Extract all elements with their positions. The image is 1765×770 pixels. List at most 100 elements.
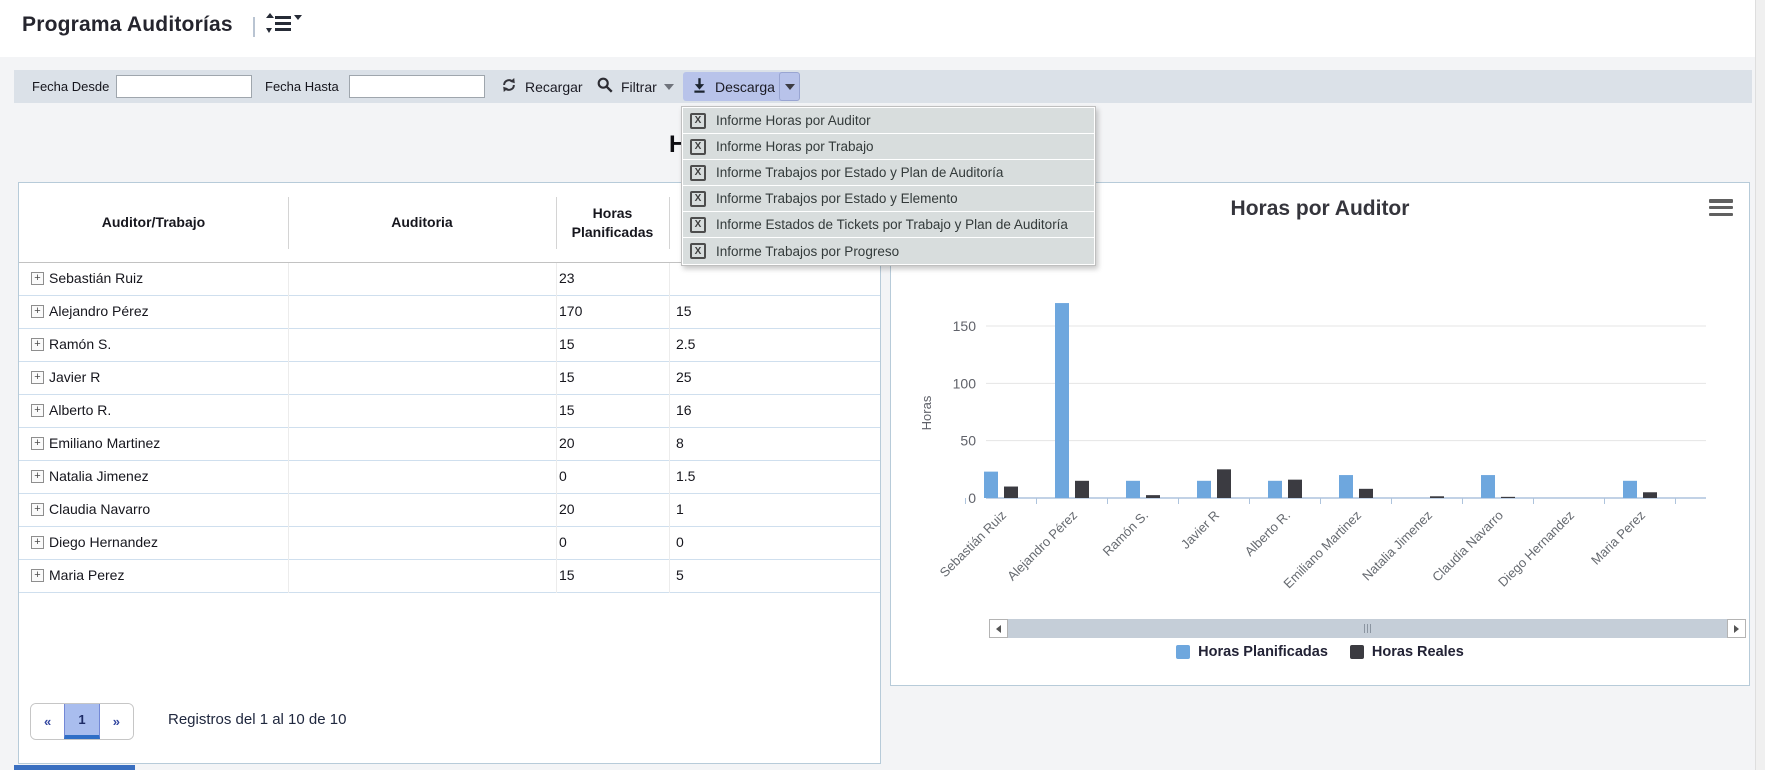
download-menu-item[interactable]: X Informe Horas por Trabajo — [683, 134, 1094, 160]
legend-item[interactable]: Horas Reales — [1350, 644, 1464, 660]
scrollbar-left-button[interactable] — [989, 619, 1008, 638]
svg-text:Horas: Horas — [919, 395, 934, 430]
download-menu-item-label: Informe Trabajos por Estado y Plan de Au… — [716, 165, 1003, 180]
descarga-button[interactable]: Descarga — [683, 72, 787, 101]
svg-text:Alejandro Pérez: Alejandro Pérez — [1004, 508, 1080, 584]
arrow-left-icon — [996, 625, 1001, 633]
legend-item[interactable]: Horas Planificadas — [1176, 644, 1328, 660]
download-menu-item[interactable]: X Informe Trabajos por Estado y Plan de A… — [683, 160, 1094, 186]
download-menu-item[interactable]: XInforme Horas por Auditor — [683, 108, 1094, 134]
refresh-icon — [500, 76, 518, 97]
fecha-desde-input[interactable] — [116, 75, 252, 98]
bar-0-5 — [1339, 475, 1353, 498]
bar-1-9 — [1643, 492, 1657, 498]
svg-text:Emiliano Martinez: Emiliano Martinez — [1280, 508, 1364, 592]
arrow-right-icon — [1734, 625, 1739, 633]
table-row: + Emiliano Martinez 20 8 — [19, 428, 880, 461]
horas-planificadas-value: 15 — [559, 402, 575, 418]
download-icon — [691, 76, 708, 97]
list-menu-icon[interactable] — [266, 12, 304, 38]
page-vertical-scrollbar[interactable] — [1755, 0, 1765, 770]
table-row: + Claudia Navarro 20 1 — [19, 494, 880, 527]
horas-reales-value: 5 — [676, 567, 684, 583]
download-menu-item-label: Informe Trabajos por Estado y Elemento — [716, 191, 958, 206]
bar-1-2 — [1146, 495, 1160, 498]
bar-0-0 — [984, 472, 998, 498]
filtrar-caret-icon — [664, 84, 674, 90]
horas-reales-value: 8 — [676, 435, 684, 451]
col-horas-planificadas-header[interactable]: Horas Planificadas — [556, 183, 669, 262]
recargar-button[interactable]: Recargar — [494, 72, 589, 101]
svg-text:Claudia Navarro: Claudia Navarro — [1429, 508, 1506, 585]
download-menu-item[interactable]: XInforme Trabajos por Estado y Elemento — [683, 186, 1094, 212]
expand-row-button[interactable]: + — [31, 503, 44, 516]
bar-1-3 — [1217, 469, 1231, 498]
pagination-next-button[interactable]: » — [100, 704, 133, 739]
descarga-caret-button[interactable] — [779, 72, 800, 101]
auditor-name: Natalia Jimenez — [49, 468, 149, 484]
excel-file-icon: X — [690, 217, 706, 233]
horas-reales-value: 1.5 — [676, 468, 695, 484]
scrollbar-right-button[interactable] — [1727, 619, 1746, 638]
hamburger-menu-icon[interactable] — [1709, 199, 1733, 216]
chart-horizontal-scrollbar — [989, 619, 1746, 638]
expand-row-button[interactable]: + — [31, 569, 44, 582]
chart-legend: Horas Planificadas Horas Reales — [891, 644, 1749, 660]
col-auditoria-header[interactable]: Auditoria — [288, 183, 556, 262]
descarga-label: Descarga — [715, 79, 775, 95]
bar-0-7 — [1481, 475, 1495, 498]
scrollbar-track[interactable] — [1008, 619, 1727, 638]
recargar-label: Recargar — [525, 79, 583, 95]
excel-file-icon: X — [690, 139, 706, 155]
pagination-summary: Registros del 1 al 10 de 10 — [168, 711, 346, 728]
table-row: +Sebastián Ruiz23 — [19, 263, 880, 296]
expand-row-button[interactable]: + — [31, 536, 44, 549]
legend-label: Horas Reales — [1372, 644, 1464, 660]
horas-reales-value: 1 — [676, 501, 684, 517]
expand-row-button[interactable]: + — [31, 470, 44, 483]
svg-text:Ramón S.: Ramón S. — [1100, 508, 1151, 559]
download-menu-item[interactable]: XInforme Trabajos por Progreso — [683, 238, 1094, 264]
horas-reales-value: 15 — [676, 303, 692, 319]
col-auditor-trabajo-header[interactable]: Auditor/Trabajo — [19, 183, 288, 262]
download-menu-item-label: Informe Horas por Trabajo — [716, 139, 874, 154]
fecha-hasta-input[interactable] — [349, 75, 485, 98]
expand-row-button[interactable]: + — [31, 371, 44, 384]
excel-file-icon: X — [690, 165, 706, 181]
svg-text:Maria Perez: Maria Perez — [1588, 508, 1648, 568]
svg-text:Natalia Jimenez: Natalia Jimenez — [1359, 508, 1435, 584]
horas-planificadas-value: 0 — [559, 468, 567, 484]
filtrar-button[interactable]: Filtrar — [590, 72, 680, 101]
download-menu-item[interactable]: XInforme Estados de Tickets por Trabajo … — [683, 212, 1094, 238]
expand-row-button[interactable]: + — [31, 305, 44, 318]
bar-0-2 — [1126, 481, 1140, 498]
expand-row-button[interactable]: + — [31, 272, 44, 285]
table-row: + Natalia Jimenez 0 1.5 — [19, 461, 880, 494]
auditor-name: Alberto R. — [49, 402, 111, 418]
descarga-dropdown-menu: XInforme Horas por AuditorXInforme Horas… — [681, 106, 1096, 266]
expand-row-button[interactable]: + — [31, 404, 44, 417]
pagination-page-1-button[interactable]: 1 — [64, 704, 99, 739]
auditor-name: Javier R — [49, 369, 100, 385]
table-row: +Alejandro Pérez17015 — [19, 296, 880, 329]
column-divider — [556, 263, 557, 593]
auditor-name: Claudia Navarro — [49, 501, 150, 517]
bar-1-1 — [1075, 481, 1089, 498]
horas-planificadas-value: 20 — [559, 501, 575, 517]
svg-text:Diego Hernandez: Diego Hernandez — [1495, 508, 1577, 590]
pagination-prev-button[interactable]: « — [31, 704, 64, 739]
expand-row-button[interactable]: + — [31, 338, 44, 351]
table-row: +Alberto R.1516 — [19, 395, 880, 428]
auditor-name: Diego Hernandez — [49, 534, 158, 550]
horas-planificadas-value: 20 — [559, 435, 575, 451]
column-divider — [669, 197, 670, 249]
auditor-name: Emiliano Martinez — [49, 435, 160, 451]
table-body: +Sebastián Ruiz23+Alejandro Pérez17015+R… — [19, 263, 880, 593]
horas-planificadas-value: 15 — [559, 336, 575, 352]
svg-text:0: 0 — [968, 490, 976, 506]
bar-0-9 — [1623, 481, 1637, 498]
excel-file-icon: X — [690, 113, 706, 129]
table-row: +Diego Hernandez00 — [19, 527, 880, 560]
horas-reales-value: 0 — [676, 534, 684, 550]
expand-row-button[interactable]: + — [31, 437, 44, 450]
